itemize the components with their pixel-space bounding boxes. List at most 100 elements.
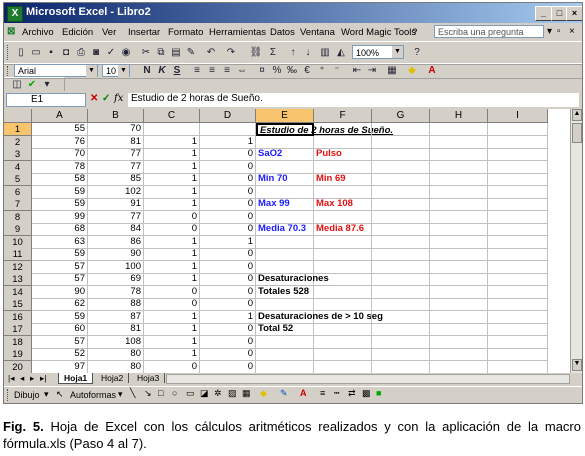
cell-d17[interactable]: 0 xyxy=(200,323,256,336)
cell-c10[interactable]: 1 xyxy=(144,235,200,249)
row-header[interactable]: 11 xyxy=(4,248,32,261)
open-icon[interactable]: ▭ xyxy=(29,46,43,60)
cell-d11[interactable]: 0 xyxy=(200,248,256,261)
fill-color-icon[interactable]: ◆ xyxy=(405,64,419,78)
cell-i12[interactable] xyxy=(488,260,548,274)
line-style-icon[interactable]: ≡ xyxy=(320,388,325,398)
cell-i10[interactable] xyxy=(488,235,548,249)
cell-a1[interactable]: 55 xyxy=(32,123,88,136)
cell-i4[interactable] xyxy=(488,160,548,174)
cell-i20[interactable] xyxy=(488,360,548,373)
cell-g17[interactable] xyxy=(372,323,430,336)
dictionary-icon[interactable]: ◫ xyxy=(10,78,24,92)
clipart-icon[interactable]: ▨ xyxy=(228,388,237,399)
cell-a4[interactable]: 78 xyxy=(32,160,88,174)
copy-icon[interactable]: ⧉ xyxy=(154,46,168,60)
cell-b20[interactable]: 80 xyxy=(88,360,144,373)
cell-e6[interactable] xyxy=(256,185,314,199)
cell-i8[interactable] xyxy=(488,210,548,224)
cell-h7[interactable] xyxy=(430,198,488,211)
cell-i2[interactable] xyxy=(488,135,548,149)
dash-style-icon[interactable]: ┅ xyxy=(334,388,339,399)
font-color-icon[interactable]: A xyxy=(300,388,307,398)
toolbar-grip[interactable] xyxy=(7,389,11,401)
tab-hoja1[interactable]: Hoja1 xyxy=(58,373,94,384)
cell-b9[interactable]: 84 xyxy=(88,223,144,236)
menu-ver[interactable]: Ver xyxy=(102,27,116,38)
cell-g5[interactable] xyxy=(372,173,430,186)
cell-d18[interactable]: 0 xyxy=(200,335,256,349)
row-header[interactable]: 18 xyxy=(4,335,32,349)
doc-restore-icon[interactable]: ▫ xyxy=(557,26,561,37)
row-header[interactable]: 1 xyxy=(4,123,32,136)
cell-g10[interactable] xyxy=(372,235,430,249)
cell-i6[interactable] xyxy=(488,185,548,199)
row-header[interactable]: 10 xyxy=(4,235,32,249)
cell-b5[interactable]: 85 xyxy=(88,173,144,186)
next-sheet-icon[interactable]: ▸ xyxy=(30,373,34,384)
cell-f11[interactable] xyxy=(314,248,372,261)
menu-help[interactable]: ? xyxy=(412,27,417,38)
cell-e7[interactable]: Max 99 xyxy=(256,198,314,211)
bold-icon[interactable]: N xyxy=(140,64,154,78)
row-header[interactable]: 17 xyxy=(4,323,32,336)
print-preview-icon[interactable]: ◙ xyxy=(89,46,103,60)
cell-h2[interactable] xyxy=(430,135,488,149)
cell-e11[interactable] xyxy=(256,248,314,261)
cell-g1[interactable] xyxy=(372,123,430,136)
cell-g19[interactable] xyxy=(372,348,430,361)
cell-i3[interactable] xyxy=(488,148,548,161)
cell-f7[interactable]: Max 108 xyxy=(314,198,372,211)
cell-b6[interactable]: 102 xyxy=(88,185,144,199)
cell-h1[interactable] xyxy=(430,123,488,136)
cell-e8[interactable] xyxy=(256,210,314,224)
cell-h12[interactable] xyxy=(430,260,488,274)
menu-archivo[interactable]: Archivo xyxy=(22,27,54,38)
cell-h10[interactable] xyxy=(430,235,488,249)
cell-g13[interactable] xyxy=(372,273,430,286)
cell-h8[interactable] xyxy=(430,210,488,224)
cell-b7[interactable]: 91 xyxy=(88,198,144,211)
cell-i11[interactable] xyxy=(488,248,548,261)
cell-f15[interactable] xyxy=(314,298,372,311)
cell-b12[interactable]: 100 xyxy=(88,260,144,274)
cell-h6[interactable] xyxy=(430,185,488,199)
cell-i16[interactable] xyxy=(488,310,548,324)
cell-d6[interactable]: 0 xyxy=(200,185,256,199)
cell-h19[interactable] xyxy=(430,348,488,361)
paste-icon[interactable]: ▤ xyxy=(169,46,183,60)
row-header[interactable]: 8 xyxy=(4,210,32,224)
cell-g20[interactable] xyxy=(372,360,430,373)
underline-icon[interactable]: S xyxy=(170,64,184,78)
cell-a11[interactable]: 59 xyxy=(32,248,88,261)
cell-h20[interactable] xyxy=(430,360,488,373)
euro-icon[interactable]: € xyxy=(300,64,314,78)
shadow-icon[interactable]: ▩ xyxy=(362,388,371,399)
menu-insertar[interactable]: Insertar xyxy=(128,27,160,38)
last-sheet-icon[interactable]: ▸| xyxy=(40,373,46,384)
print-icon[interactable]: ⎙ xyxy=(74,46,88,60)
cell-h4[interactable] xyxy=(430,160,488,174)
cell-d3[interactable]: 0 xyxy=(200,148,256,161)
cell-b8[interactable]: 77 xyxy=(88,210,144,224)
cell-c15[interactable]: 0 xyxy=(144,298,200,311)
cell-f16[interactable] xyxy=(314,310,372,324)
cell-f2[interactable] xyxy=(314,135,372,149)
align-right-icon[interactable]: ≡ xyxy=(220,64,234,78)
cell-c1[interactable] xyxy=(144,123,200,136)
cell-h13[interactable] xyxy=(430,273,488,286)
cell-a7[interactable]: 59 xyxy=(32,198,88,211)
cell-i1[interactable] xyxy=(488,123,548,136)
cell-c11[interactable]: 1 xyxy=(144,248,200,261)
cancel-icon[interactable]: ✕ xyxy=(90,93,98,104)
cell-b10[interactable]: 86 xyxy=(88,235,144,249)
undo-icon[interactable]: ↶ xyxy=(204,46,218,60)
row-header[interactable]: 19 xyxy=(4,348,32,361)
chart-wizard-icon[interactable]: ▥ xyxy=(318,46,332,60)
column-header-h[interactable]: H xyxy=(430,109,488,123)
cell-b2[interactable]: 81 xyxy=(88,135,144,149)
cell-a10[interactable]: 63 xyxy=(32,235,88,249)
oval-icon[interactable]: ○ xyxy=(172,388,177,398)
italic-icon[interactable]: K xyxy=(155,64,169,78)
menu-edicion[interactable]: Edición xyxy=(62,27,93,38)
